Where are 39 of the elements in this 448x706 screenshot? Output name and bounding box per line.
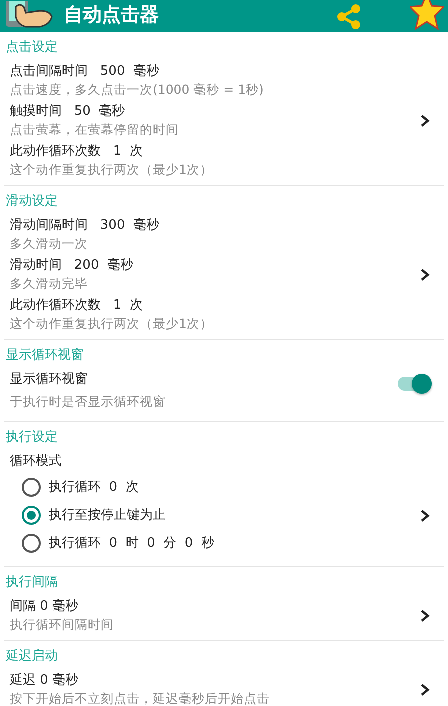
setting-description: 按下开始后不立刻点击，延迟毫秒后开始点击 xyxy=(10,690,271,706)
setting-title: 延迟 0 毫秒 xyxy=(10,672,80,690)
setting-description: 这个动作重复执行两次（最少1次） xyxy=(10,161,214,178)
section-header: 延迟启动 xyxy=(5,648,59,666)
setting-description: 多久滑动完毕 xyxy=(10,275,89,292)
chevron-icon xyxy=(420,114,430,128)
radio-label: 执行循环 0 次 xyxy=(49,478,139,496)
section-header: 执行间隔 xyxy=(5,574,59,592)
radio-button[interactable] xyxy=(22,478,41,497)
chevron-icon xyxy=(420,683,430,697)
section-header: 滑动设定 xyxy=(5,193,59,211)
app-title: 自动点击器 xyxy=(64,6,159,24)
radio-label: 执行循环 0 时 0 分 0 秒 xyxy=(49,534,214,552)
chevron-icon xyxy=(420,509,430,523)
setting-title: 间隔 0 毫秒 xyxy=(10,598,80,616)
chevron-icon xyxy=(420,609,430,623)
setting-title: 点击间隔时间 500 毫秒 xyxy=(10,63,160,81)
setting-description: 这个动作重复执行两次（最少1次） xyxy=(10,315,214,332)
setting-title: 此动作循环次数 1 次 xyxy=(10,143,144,161)
setting-title: 显示循环视窗 xyxy=(10,371,89,389)
setting-description: 点击速度，多久点击一次(1000 毫秒 = 1秒) xyxy=(10,81,265,98)
section-header: 点击设定 xyxy=(5,39,59,57)
chevron-icon xyxy=(420,268,430,282)
setting-description: 点击萤幕，在萤幕停留的时间 xyxy=(10,121,180,138)
radio-button[interactable] xyxy=(22,534,41,553)
radio-button[interactable] xyxy=(22,506,41,525)
section-header: 显示循环视窗 xyxy=(5,347,85,365)
setting-title: 此动作循环次数 1 次 xyxy=(10,297,144,315)
setting-title: 循环模式 xyxy=(9,453,63,471)
setting-title: 滑动时间 200 毫秒 xyxy=(10,257,134,275)
setting-description: 执行循环间隔时间 xyxy=(10,616,115,633)
setting-title: 触摸时间 50 毫秒 xyxy=(10,103,126,121)
section-header: 执行设定 xyxy=(5,429,59,447)
setting-description: 于执行时是否显示循环视窗 xyxy=(10,393,167,410)
setting-title: 滑动间隔时间 300 毫秒 xyxy=(10,217,160,235)
radio-label: 执行至按停止键为止 xyxy=(49,506,166,524)
star-icon[interactable] xyxy=(410,0,444,32)
setting-description: 多久滑动一次 xyxy=(10,235,89,252)
share-icon[interactable] xyxy=(336,3,362,29)
